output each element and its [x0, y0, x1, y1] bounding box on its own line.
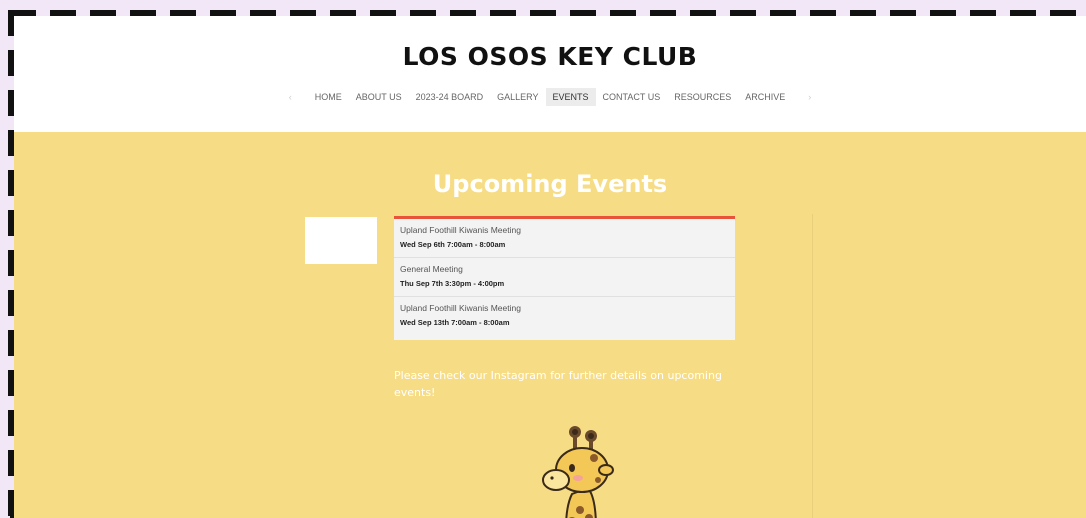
image-placeholder [305, 217, 377, 264]
website-viewport: LOS OSOS KEY CLUB ‹ HOME ABOUT US 2023-2… [14, 16, 1086, 518]
event-name[interactable]: Upland Foothill Kiwanis Meeting [400, 225, 729, 235]
chevron-left-icon[interactable]: ‹ [273, 92, 308, 102]
site-title: LOS OSOS KEY CLUB [402, 42, 698, 71]
nav-item-archive[interactable]: ARCHIVE [738, 88, 792, 106]
event-item[interactable]: Upland Foothill Kiwanis Meeting Wed Sep … [394, 219, 735, 258]
event-time: Thu Sep 7th 3:30pm - 4:00pm [400, 279, 505, 288]
page-title: Upcoming Events [432, 170, 668, 198]
nav-item-home[interactable]: HOME [308, 88, 349, 106]
nav-item-events[interactable]: EVENTS [545, 88, 596, 106]
event-name[interactable]: General Meeting [400, 264, 729, 274]
nav-item-resources[interactable]: RESOURCES [667, 88, 738, 106]
nav-item-contact-us[interactable]: CONTACT US [596, 88, 668, 106]
site-header: LOS OSOS KEY CLUB ‹ HOME ABOUT US 2023-2… [14, 16, 1086, 132]
nav-item-about-us[interactable]: ABOUT US [349, 88, 409, 106]
event-item[interactable]: Upland Foothill Kiwanis Meeting Wed Sep … [394, 297, 735, 336]
nav-item-gallery[interactable]: GALLERY [490, 88, 545, 106]
events-calendar-list: Upland Foothill Kiwanis Meeting Wed Sep … [394, 216, 735, 340]
main-nav: ‹ HOME ABOUT US 2023-24 BOARD GALLERY EV… [14, 88, 1086, 106]
event-item[interactable]: General Meeting Thu Sep 7th 3:30pm - 4:0… [394, 258, 735, 297]
column-divider [812, 214, 813, 518]
event-time: Wed Sep 13th 7:00am - 8:00am [400, 318, 510, 327]
nav-item-board[interactable]: 2023-24 BOARD [409, 88, 491, 106]
instagram-note: Please check our Instagram for further d… [394, 369, 722, 399]
giraffe-icon [542, 426, 614, 518]
event-name[interactable]: Upland Foothill Kiwanis Meeting [400, 303, 729, 313]
event-time: Wed Sep 6th 7:00am - 8:00am [400, 240, 506, 249]
chevron-right-icon[interactable]: › [792, 92, 827, 102]
